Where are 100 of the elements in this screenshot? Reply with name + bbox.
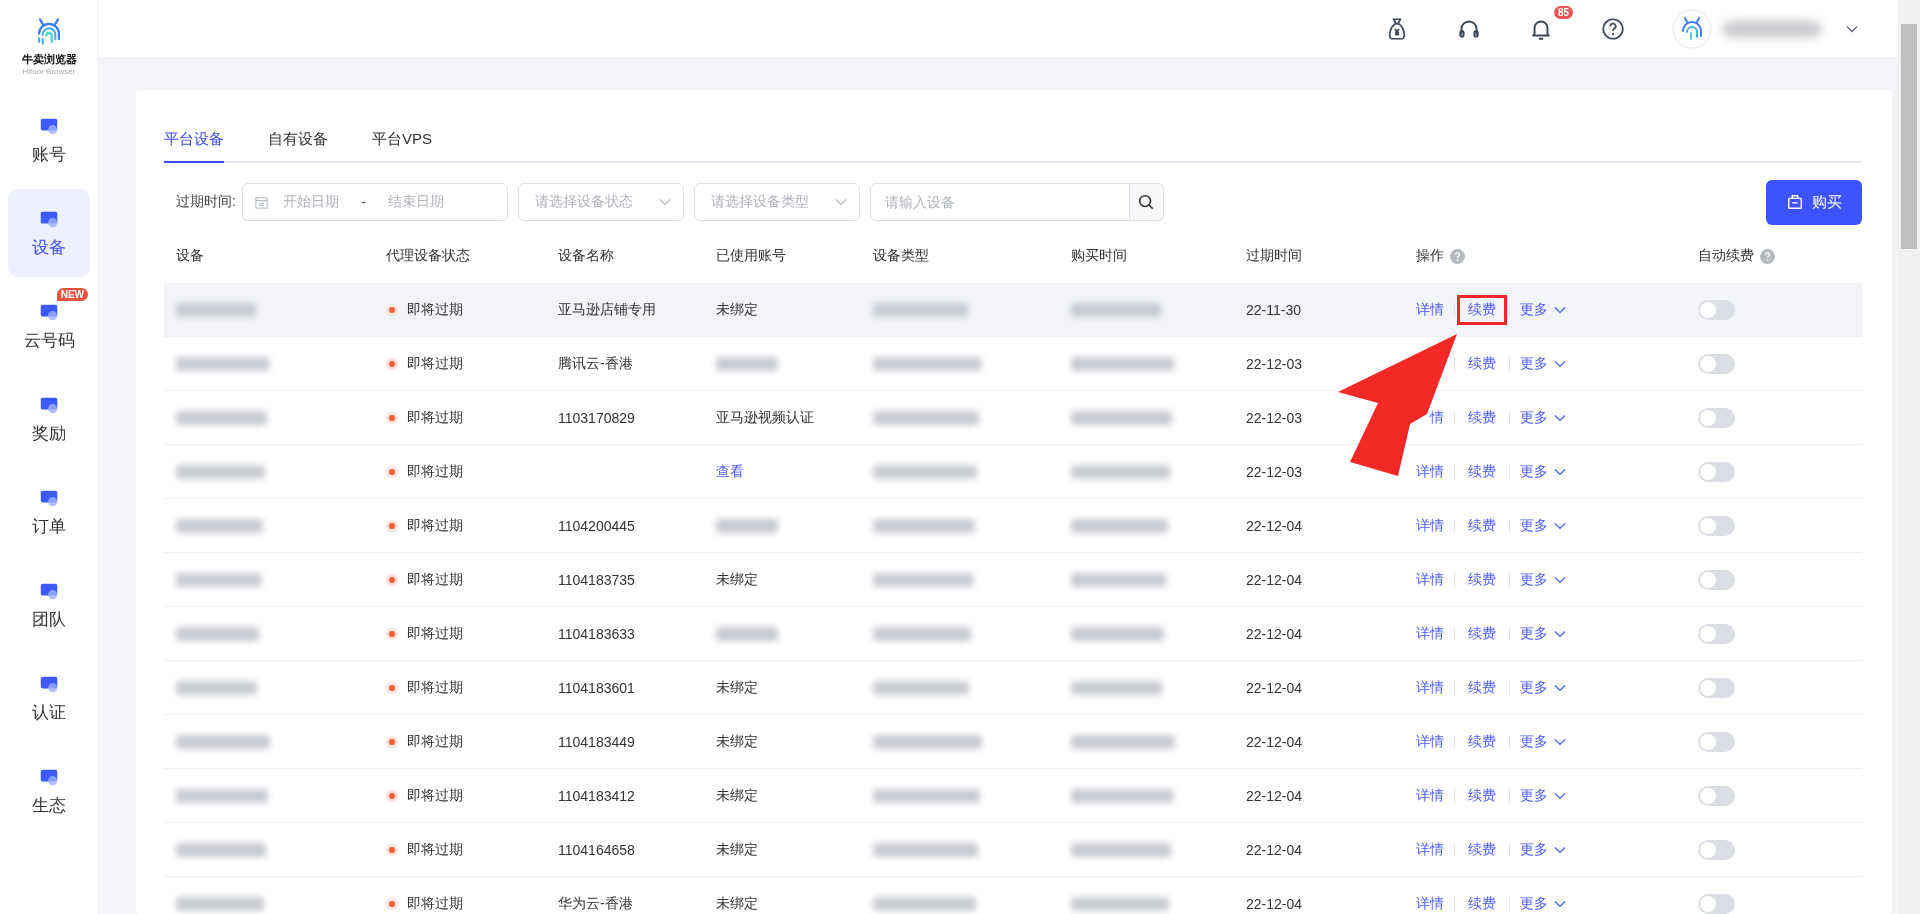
renew-link[interactable]: 续费 [1457, 294, 1507, 325]
search-field[interactable]: 请输入设备 [869, 183, 1130, 221]
detail-link[interactable]: 详情 [1416, 516, 1444, 535]
detail-link[interactable]: 情 [1430, 408, 1444, 427]
account-text: 亚马逊视频认证 [716, 408, 814, 427]
device-name: 华为云-香港 [558, 894, 633, 913]
detail-link[interactable]: 详情 [1416, 786, 1444, 805]
more-link[interactable]: 更多 [1520, 624, 1548, 643]
more-link[interactable]: 更多 [1520, 786, 1548, 805]
redacted-text [716, 518, 778, 533]
sidebar-item[interactable]: 生态 [8, 747, 90, 835]
detail-link[interactable]: 详情 [1416, 624, 1444, 643]
more-link[interactable]: 更多 [1520, 462, 1548, 481]
renew-link[interactable]: 续费 [1457, 780, 1507, 811]
caret-icon[interactable] [1846, 24, 1858, 33]
tab[interactable]: 平台VPS [372, 124, 432, 163]
sidebar-item[interactable]: 团队 [8, 561, 90, 649]
auto-renew-switch[interactable] [1698, 407, 1735, 428]
renew-link[interactable]: 续费 [1457, 888, 1507, 914]
column-header: 设备类型 [873, 247, 929, 265]
detail-link[interactable]: 详情 [1416, 840, 1444, 859]
account-text: 未绑定 [716, 570, 758, 589]
sidebar-item[interactable]: NEW 云号码 [8, 282, 90, 370]
more-link[interactable]: 更多 [1520, 354, 1548, 373]
detail-link[interactable]: 详情 [1416, 462, 1444, 481]
renew-link[interactable]: 续费 [1457, 726, 1507, 757]
caret-icon [834, 198, 847, 206]
filter-label: 过期时间: [176, 193, 236, 211]
expiry-date: 22-12-03 [1246, 463, 1303, 480]
more-link[interactable]: 更多 [1520, 678, 1548, 697]
tab[interactable]: 自有设备 [268, 124, 328, 163]
status-dot-icon [389, 900, 395, 907]
auto-renew-switch[interactable] [1698, 839, 1735, 860]
renew-link[interactable]: 续费 [1457, 564, 1507, 595]
device-name: 腾讯云-香港 [558, 354, 633, 373]
auto-renew-switch[interactable] [1698, 515, 1735, 536]
auto-renew-switch[interactable] [1698, 731, 1735, 752]
device-name: 1104183735 [558, 571, 635, 588]
auto-renew-switch[interactable] [1698, 677, 1735, 698]
status-text: 即将过期 [407, 894, 463, 913]
more-link[interactable]: 更多 [1520, 894, 1548, 913]
account-text: 未绑定 [716, 300, 758, 319]
sidebar-item[interactable]: 设备 [8, 189, 90, 277]
more-link[interactable]: 更多 [1520, 516, 1548, 535]
renew-link[interactable]: 续费 [1457, 672, 1507, 703]
renew-link[interactable]: 续费 [1457, 834, 1507, 865]
column-header: 过期时间 [1246, 247, 1302, 265]
status-dot-icon [389, 738, 395, 745]
buy-button[interactable]: 购买 [1766, 179, 1862, 225]
search-button[interactable] [1129, 183, 1164, 221]
caret-icon [1554, 737, 1566, 746]
caret-icon [1554, 791, 1566, 800]
renew-link[interactable]: 续费 [1457, 510, 1507, 541]
end-date-placeholder: 结束日期 [387, 193, 444, 211]
new-badge: NEW [56, 288, 88, 301]
detail-link[interactable]: 详情 [1416, 894, 1444, 913]
scrollbar[interactable] [1898, 0, 1920, 914]
tab[interactable]: 平台设备 [164, 124, 224, 163]
device-name: 1104183449 [558, 733, 635, 750]
sidebar-item[interactable]: 账号 [8, 96, 90, 184]
more-link[interactable]: 更多 [1520, 732, 1548, 751]
status-dot-icon [389, 468, 395, 475]
avatar-icon[interactable] [1672, 8, 1712, 49]
more-link[interactable]: 更多 [1520, 840, 1548, 859]
auto-renew-switch[interactable] [1698, 623, 1735, 644]
renew-link[interactable]: 续费 [1457, 348, 1507, 379]
more-link[interactable]: 更多 [1520, 408, 1548, 427]
account-text: 未绑定 [716, 840, 758, 859]
auto-renew-switch[interactable] [1698, 353, 1735, 374]
sidebar-item[interactable]: 订单 [8, 468, 90, 556]
detail-link[interactable]: 详情 [1416, 570, 1444, 589]
sidebar-item[interactable]: 认证 [8, 654, 90, 742]
help-icon[interactable] [1600, 15, 1626, 42]
auto-renew-switch[interactable] [1698, 461, 1735, 482]
device-name: 1104183412 [558, 787, 635, 804]
view-link[interactable]: 查看 [716, 462, 744, 481]
detail-link[interactable]: 详情 [1416, 732, 1444, 751]
renew-link[interactable]: 续费 [1457, 456, 1507, 487]
caret-icon [1554, 467, 1566, 476]
renew-link[interactable]: 续费 [1457, 402, 1507, 433]
expiry-date: 22-12-04 [1246, 625, 1303, 642]
auto-renew-switch[interactable] [1698, 785, 1735, 806]
auto-renew-switch[interactable] [1698, 299, 1735, 320]
status-dot-icon [389, 576, 395, 583]
sidebar-item[interactable]: 奖励 [8, 375, 90, 463]
device-name: 1104183601 [558, 679, 635, 696]
more-link[interactable]: 更多 [1520, 300, 1548, 319]
auto-renew-switch[interactable] [1698, 893, 1735, 914]
auto-renew-switch[interactable] [1698, 569, 1735, 590]
expiry-date: 22-12-04 [1246, 679, 1303, 696]
caret-icon [1554, 575, 1566, 584]
date-range-field[interactable]: 开始日期 - 结束日期 [241, 183, 508, 221]
detail-link[interactable]: 详情 [1416, 300, 1444, 319]
more-link[interactable]: 更多 [1520, 570, 1548, 589]
status-dot-icon [389, 630, 395, 637]
detail-link[interactable]: 详情 [1416, 678, 1444, 697]
logo-title: 牛卖浏览器 [21, 52, 77, 67]
calendar-icon [253, 194, 269, 210]
renew-link[interactable]: 续费 [1457, 618, 1507, 649]
caret-icon [1554, 683, 1566, 692]
